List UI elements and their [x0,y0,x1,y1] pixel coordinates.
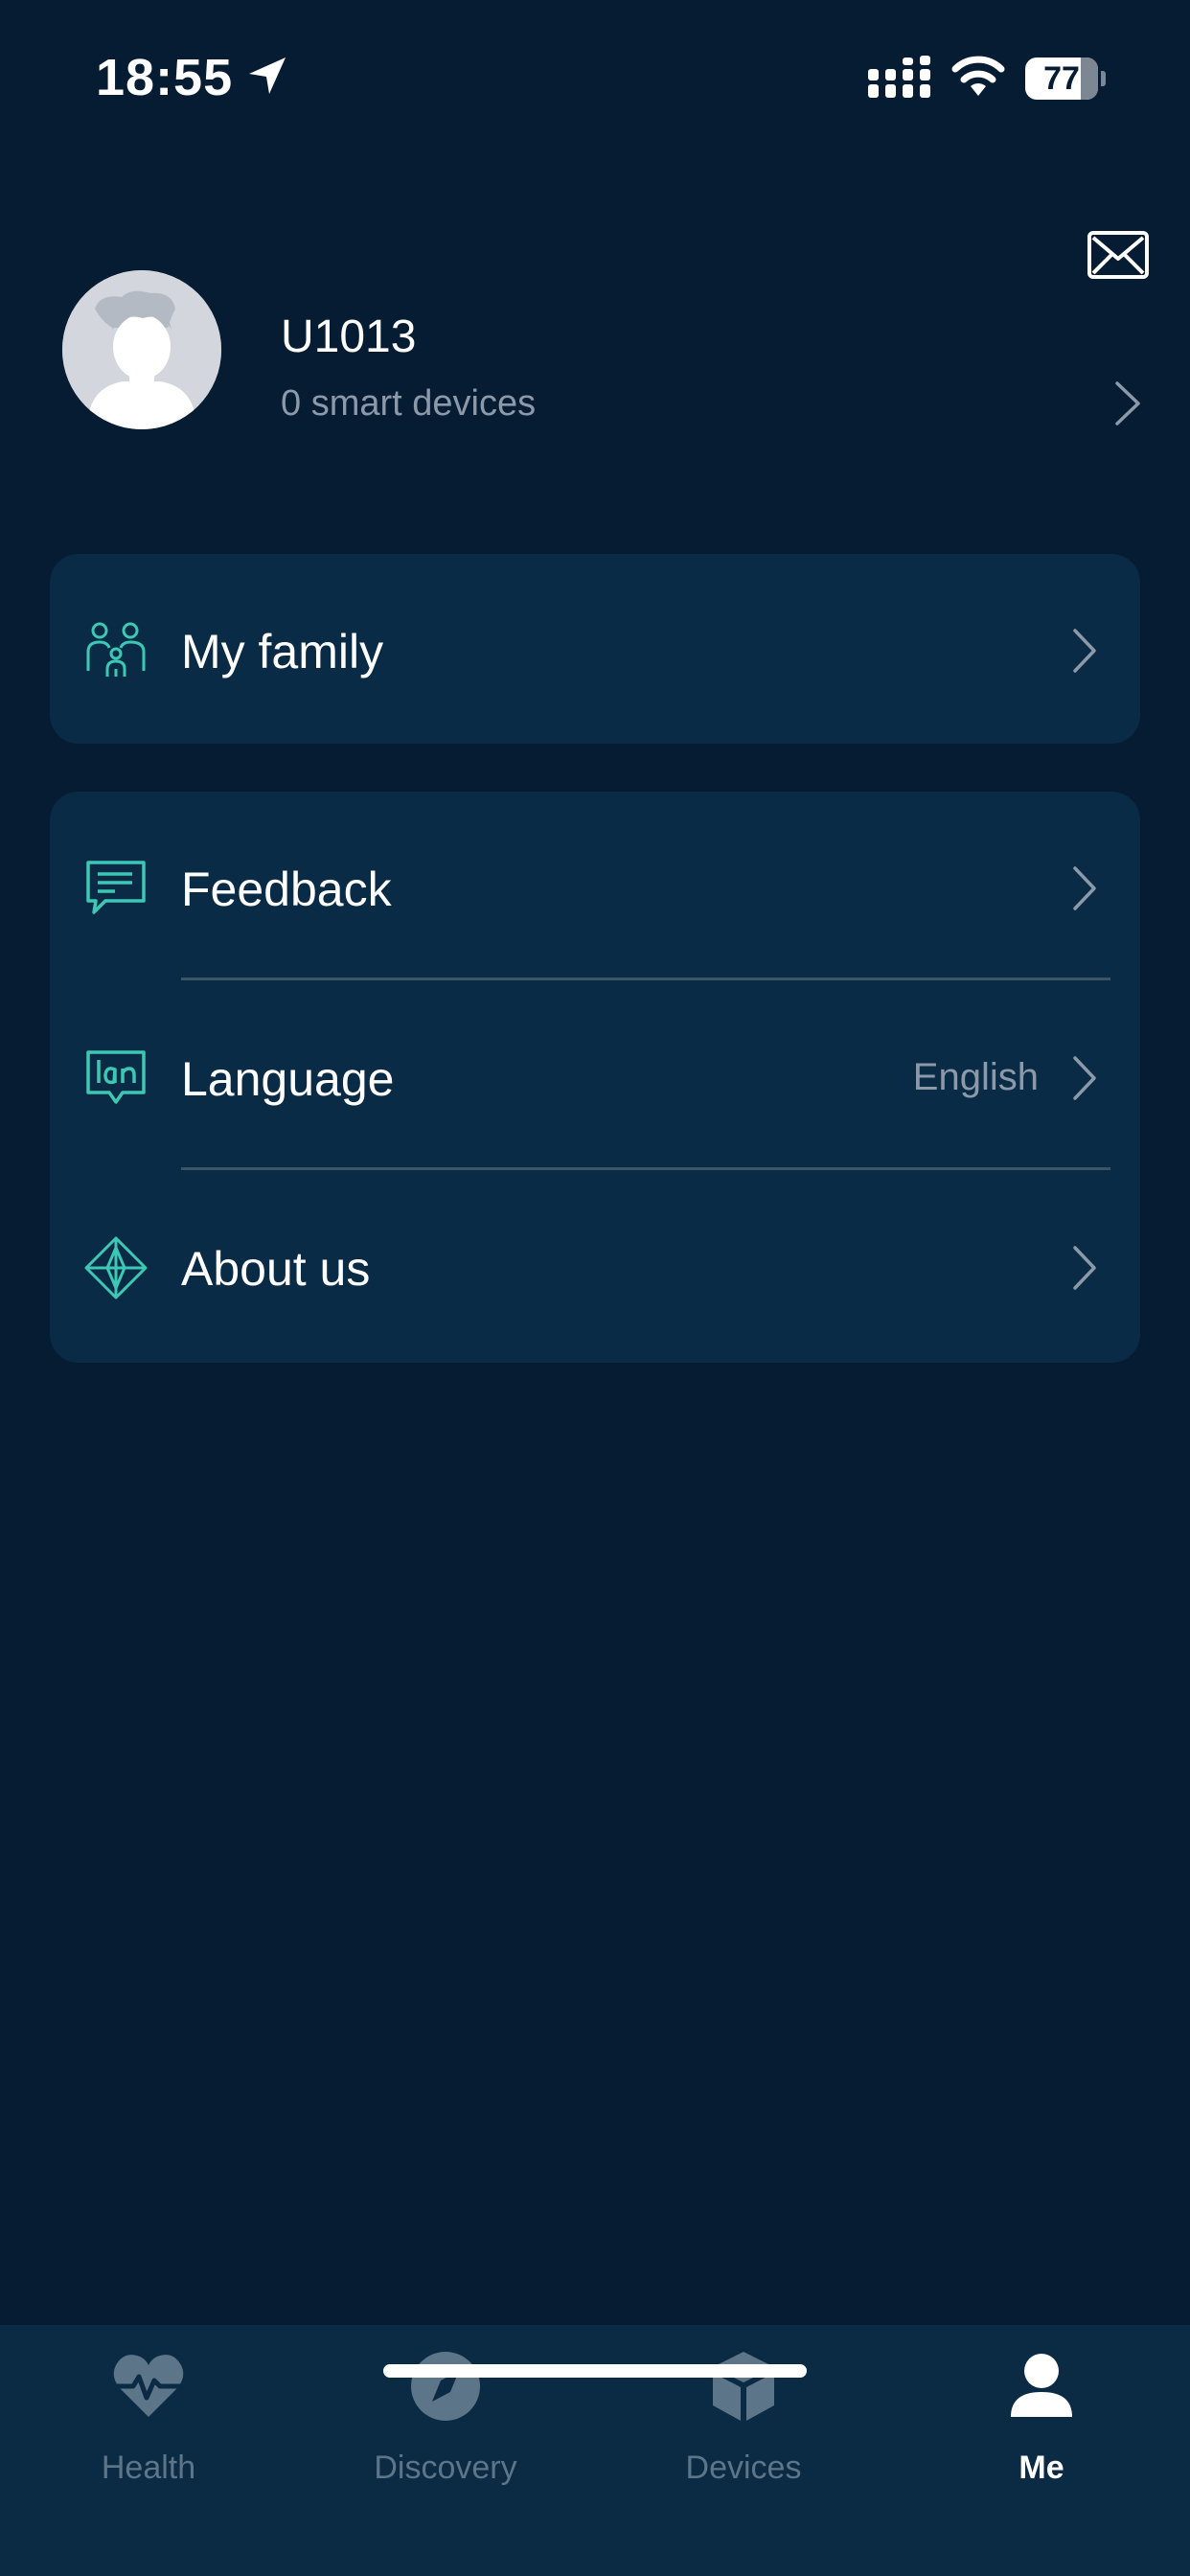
smart-devices-count: 0 smart devices [281,383,537,424]
chevron-right-icon [1073,1056,1096,1100]
settings-card: Feedback Language English About us [50,792,1140,1363]
avatar-placeholder-icon [62,270,221,429]
status-time: 18:55 [96,49,234,106]
chevron-right-icon [1073,1246,1096,1290]
menu-item-label: About us [181,1242,371,1296]
language-icon [86,1050,146,1104]
cube-icon [713,2352,774,2421]
wifi-icon [951,56,1005,96]
tab-label: Health [101,2450,196,2486]
chevron-right-icon[interactable] [1111,380,1144,427]
tab-health[interactable]: Health [0,2325,297,2517]
menu-item-feedback[interactable]: Feedback [50,792,1140,981]
tab-me[interactable]: Me [893,2325,1190,2517]
menu-item-label: Feedback [181,862,392,916]
current-language: English [912,1056,1039,1098]
divider [181,1167,1110,1170]
tab-discovery[interactable]: Discovery [297,2325,594,2517]
menu-item-language[interactable]: Language English [50,981,1140,1171]
chat-bubble-icon [86,861,146,914]
tab-devices[interactable]: Devices [595,2325,892,2517]
chevron-right-icon [1073,866,1096,910]
menu-item-about-us[interactable]: About us [50,1171,1140,1361]
menu-item-my-family[interactable]: My family [50,554,1140,744]
location-arrow-icon [249,58,286,94]
battery-icon: 77 [1025,58,1106,100]
tab-label: Me [1018,2450,1064,2486]
battery-level: 77 [1043,60,1080,97]
me-screen: 18:55 77 U1013 0 smart devices My family… [0,0,1190,2576]
compass-icon [411,2352,480,2421]
profile-header[interactable]: U1013 0 smart devices [0,259,1190,431]
tab-label: Devices [685,2450,802,2486]
family-card: My family [50,554,1140,744]
heart-pulse-icon [113,2355,184,2417]
profile-name: U1013 [281,311,417,362]
chevron-right-icon [1073,629,1096,673]
family-icon [86,622,146,677]
person-icon [1011,2354,1072,2417]
menu-item-label: My family [181,625,384,678]
home-indicator[interactable] [383,2364,807,2378]
diamond-compass-icon [84,1236,148,1300]
cellular-signal-icon [868,56,930,98]
tab-bar: Health Discovery Devices Me [0,2325,1190,2576]
menu-item-label: Language [181,1052,395,1106]
status-bar: 18:55 77 [0,0,1190,153]
tab-label: Discovery [374,2450,517,2486]
divider [181,978,1110,980]
avatar[interactable] [62,270,221,429]
